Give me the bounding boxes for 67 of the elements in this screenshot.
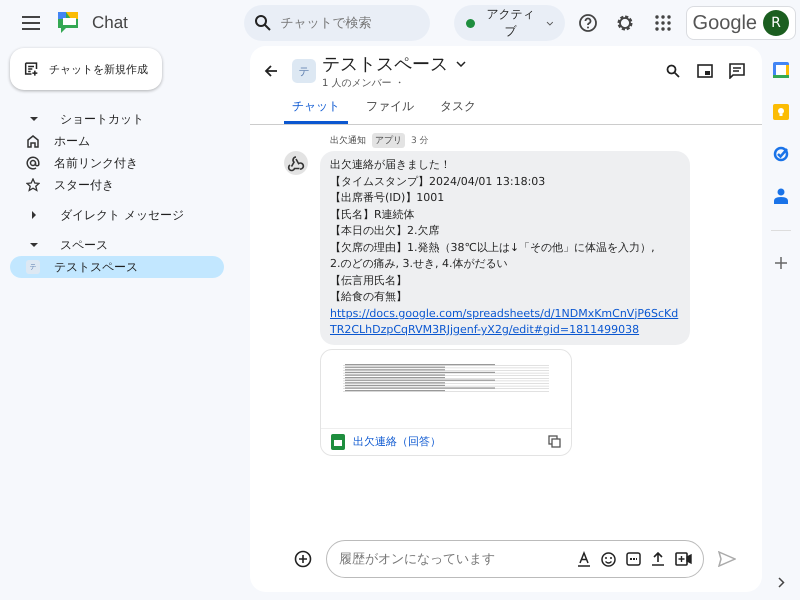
section-header[interactable]: ダイレクト メッセージ: [10, 204, 240, 226]
sheets-icon: [331, 434, 345, 450]
caret-down-icon: [30, 241, 38, 249]
caret-icon: [546, 20, 554, 26]
help-icon: [578, 13, 598, 33]
chevron-right-icon[interactable]: [778, 577, 784, 588]
settings-icon: [615, 13, 636, 33]
video-add-icon: [675, 552, 692, 566]
caret-right-icon: [30, 211, 38, 219]
section-header[interactable]: ショートカット: [10, 108, 240, 130]
emoji-icon: [601, 552, 616, 566]
at-sign-icon: [26, 156, 40, 170]
home-icon: [26, 134, 40, 148]
picture-in-picture-icon: [697, 64, 713, 78]
sidebar-item[interactable]: 名前リンク付き: [10, 152, 224, 174]
menu-icon: [22, 16, 40, 30]
person-icon[interactable]: [774, 188, 788, 204]
sidebar-item[interactable]: スター付き: [10, 174, 224, 196]
tab[interactable]: ファイル: [358, 90, 422, 124]
brand-logo: Google: [692, 12, 758, 34]
message-line: 【欠席の理由】1.発熱（38℃以上は↓「その他」に体温を入力）,: [330, 240, 656, 256]
search-icon: [254, 14, 272, 32]
attachment-title: 出欠連絡（回答）: [353, 434, 442, 449]
space-title[interactable]: テストスペース: [322, 52, 466, 76]
sender-name: 出欠通知: [330, 134, 366, 147]
plus-circle-icon: [294, 550, 312, 568]
member-count: 1 人のメンバー ・: [322, 77, 406, 90]
gif-icon: [626, 552, 641, 566]
new-chat-icon: [24, 60, 39, 78]
account-chip[interactable]: Google R: [686, 6, 796, 40]
new-chat-button[interactable]: チャットを新規作成: [10, 48, 162, 90]
caret-icon: [456, 61, 466, 67]
copy-icon: [548, 435, 561, 448]
spreadsheet-link[interactable]: https://docs.google.com/spreadsheets/d/1NDMxKmCnVjP6ScKdTR2CLhDzpCqRVM3RJjgenf-yX2g/edit#gid=1811499038: [330, 306, 680, 338]
app-badge: アプリ: [372, 133, 405, 148]
message-field[interactable]: 履歴がオンになっています: [326, 540, 704, 578]
search-field[interactable]: チャットで検索: [244, 5, 430, 41]
tab[interactable]: タスク: [432, 90, 484, 124]
upload-icon: [651, 552, 665, 566]
message-icon: [729, 63, 745, 79]
calendar-icon[interactable]: [773, 62, 789, 78]
message-line: 【本日の出欠】2.欠席: [330, 223, 440, 239]
send-icon: [718, 551, 736, 567]
add-icon[interactable]: [775, 257, 787, 269]
text-format-icon: [577, 551, 591, 567]
task-check-icon[interactable]: [773, 146, 789, 162]
star-icon: [26, 178, 40, 192]
message-line: 【タイムスタンプ】2024/04/01 13:18:03: [330, 174, 546, 190]
apps-grid-icon: [654, 15, 671, 31]
back-arrow-icon: [264, 64, 278, 78]
space-avatar: テ: [292, 59, 316, 83]
search-icon: [666, 64, 680, 78]
caret-down-icon: [30, 115, 38, 123]
message-line: 【伝言用氏名】: [330, 272, 408, 288]
tab[interactable]: チャット: [284, 90, 348, 124]
section-header[interactable]: スペース: [10, 234, 240, 256]
app-name: Chat: [92, 13, 128, 33]
attachment-card[interactable]: 出欠連絡（回答）: [320, 348, 572, 456]
message-line: 出欠連絡が届きました！: [330, 157, 452, 173]
message-line: 【給食の有無】: [330, 289, 408, 305]
avatar: R: [763, 10, 790, 36]
status-button[interactable]: アクティブ: [454, 5, 566, 41]
message-line: 【氏名】R連続体: [330, 206, 416, 222]
message-line: 【出席番号(ID)】1001: [330, 190, 446, 206]
sidebar-item[interactable]: ホーム: [10, 130, 224, 152]
message-line: 2.のどの痛み, 3.せき, 4.体がだるい: [330, 256, 508, 272]
message-time: 3 分: [411, 134, 429, 147]
